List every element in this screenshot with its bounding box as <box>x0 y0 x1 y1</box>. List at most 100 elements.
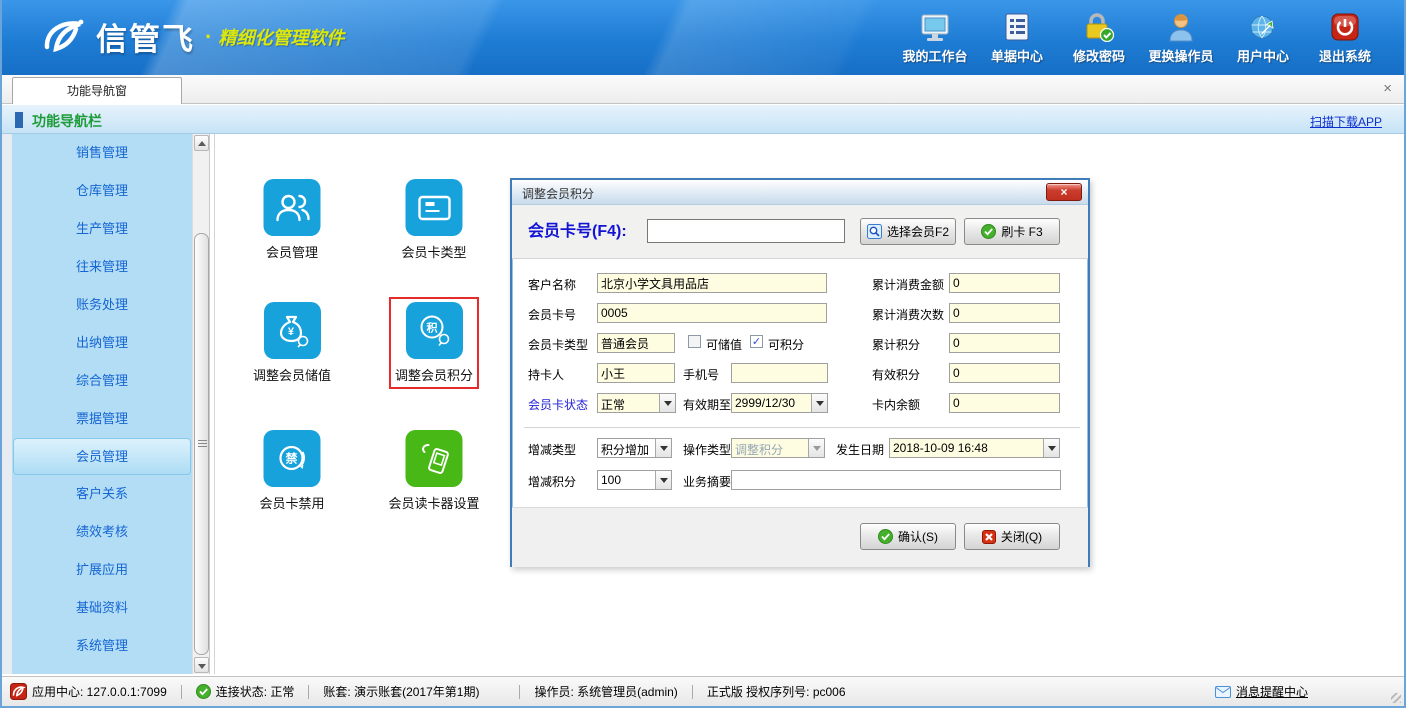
card-status-dropdown[interactable]: 正常 <box>597 393 676 413</box>
total-count-label: 累计消费次数 <box>872 306 944 323</box>
sidebar-item-basic-data[interactable]: 基础资料 <box>12 589 192 627</box>
card-reader-icon <box>405 430 462 487</box>
shortcut-disable-card[interactable]: 禁 会员卡禁用 <box>255 427 328 515</box>
dropdown-value: 积分增加 <box>598 439 655 457</box>
holder-input[interactable] <box>597 363 675 383</box>
user-center-globe-icon <box>1248 12 1278 42</box>
red-x-icon <box>982 530 996 544</box>
card-type-input[interactable] <box>597 333 675 353</box>
toolbar-exit-system[interactable]: 退出系统 <box>1304 12 1386 65</box>
balance-input[interactable] <box>949 393 1060 413</box>
sidebar-item-cashier[interactable]: 出纳管理 <box>12 324 192 362</box>
scroll-up-icon[interactable] <box>194 135 209 151</box>
app-center-status: 应用中心: 127.0.0.1:7099 <box>10 683 167 700</box>
shortcut-adjust-points[interactable]: 积 调整会员积分 <box>389 297 479 389</box>
occur-date-dropdown[interactable]: 2018-10-09 16:48 <box>889 438 1060 458</box>
check-circle-icon <box>878 529 893 544</box>
download-app-link[interactable]: 扫描下载APP <box>1310 113 1382 130</box>
valid-points-label: 有效积分 <box>872 366 920 383</box>
phone-input[interactable] <box>731 363 828 383</box>
combo-value: 100 <box>598 471 655 489</box>
message-center-link[interactable]: 消息提醒中心 <box>1236 683 1308 700</box>
shortcut-card-reader-settings[interactable]: 会员读卡器设置 <box>384 427 483 515</box>
sidebar: 销售管理 仓库管理 生产管理 往来管理 账务处理 出纳管理 综合管理 票据管理 … <box>12 134 192 674</box>
license-status: 正式版 授权序列号: pc006 <box>707 683 846 700</box>
sidebar-item-members[interactable]: 会员管理 <box>13 438 191 475</box>
envelope-icon <box>1215 686 1231 698</box>
pointable-checkbox[interactable]: ✓ <box>750 335 763 348</box>
adjust-type-dropdown[interactable]: 积分增加 <box>597 438 672 458</box>
tab-function-nav[interactable]: 功能导航窗 <box>12 77 182 104</box>
sidebar-item-contacts[interactable]: 往来管理 <box>12 248 192 286</box>
shortcut-adjust-stored-value[interactable]: ¥ 调整会员储值 <box>249 299 335 387</box>
toolbar-my-workbench[interactable]: 我的工作台 <box>894 12 976 65</box>
sidebar-item-production[interactable]: 生产管理 <box>12 210 192 248</box>
card-number-input[interactable] <box>647 219 845 243</box>
toolbar-label: 单据中心 <box>991 46 1043 65</box>
scroll-down-icon[interactable] <box>194 657 209 673</box>
card-number-f4-label: 会员卡号(F4): <box>528 205 627 259</box>
dropdown-value: 2018-10-09 16:48 <box>890 439 1043 457</box>
dialog-titlebar[interactable]: 调整会员积分 × <box>512 180 1088 205</box>
sidebar-item-general[interactable]: 综合管理 <box>12 362 192 400</box>
status-separator <box>692 685 693 699</box>
app-window: 信管飞 · 精细化管理软件 我的工作台 <box>0 0 1406 708</box>
valid-until-dropdown[interactable]: 2999/12/30 <box>731 393 828 413</box>
scrollbar-thumb[interactable] <box>194 233 209 655</box>
button-label: 关闭(Q) <box>1001 528 1042 545</box>
sidebar-item-system[interactable]: 系统管理 <box>12 627 192 665</box>
nav-header: 功能导航栏 扫描下载APP <box>2 104 1404 134</box>
storable-checkbox[interactable] <box>688 335 701 348</box>
chevron-down-icon[interactable] <box>1043 439 1059 457</box>
toolbar-label: 我的工作台 <box>902 46 967 65</box>
sidebar-item-crm[interactable]: 客户关系 <box>12 475 192 513</box>
total-amount-input[interactable] <box>949 273 1060 293</box>
toolbar-switch-operator[interactable]: 更换操作员 <box>1140 12 1222 65</box>
moneybag-icon: ¥ <box>263 302 320 359</box>
sidebar-item-warehouse[interactable]: 仓库管理 <box>12 172 192 210</box>
summary-input[interactable] <box>731 470 1061 490</box>
dialog-close-icon[interactable]: × <box>1046 183 1082 201</box>
sidebar-item-accounting[interactable]: 账务处理 <box>12 286 192 324</box>
message-center[interactable]: 消息提醒中心 <box>1215 683 1308 700</box>
sidebar-item-sales[interactable]: 销售管理 <box>12 134 192 172</box>
valid-points-input[interactable] <box>949 363 1060 383</box>
check-circle-icon <box>196 684 211 699</box>
toolbar-change-password[interactable]: 修改密码 <box>1058 12 1140 65</box>
nav-title: 功能导航栏 <box>32 111 102 131</box>
member-card-no-input[interactable] <box>597 303 827 323</box>
chevron-down-icon[interactable] <box>655 471 671 489</box>
shortcut-card-type[interactable]: 会员卡类型 <box>397 176 470 264</box>
ban-glyph: 禁 <box>285 450 297 465</box>
dialog-footer: 确认(S) 关闭(Q) <box>512 507 1088 567</box>
member-card-icon <box>405 179 462 236</box>
adjust-points-combo[interactable]: 100 <box>597 470 672 490</box>
sidebar-scrollbar[interactable] <box>192 134 210 674</box>
yuan-glyph: ¥ <box>288 326 295 338</box>
chevron-down-icon[interactable] <box>811 394 827 412</box>
toolbar-document-center[interactable]: 单据中心 <box>976 12 1058 65</box>
close-button[interactable]: 关闭(Q) <box>964 523 1060 550</box>
toolbar-label: 退出系统 <box>1319 46 1371 65</box>
swipe-card-button[interactable]: 刷卡 F3 <box>964 218 1060 245</box>
total-count-input[interactable] <box>949 303 1060 323</box>
shortcut-label: 调整会员积分 <box>395 365 473 384</box>
occur-date-label: 发生日期 <box>836 441 884 458</box>
select-member-button[interactable]: 选择会员F2 <box>860 218 956 245</box>
customer-name-input[interactable] <box>597 273 827 293</box>
top-toolbar: 我的工作台 单据中心 修改密码 <box>894 12 1386 65</box>
total-points-label: 累计积分 <box>872 336 920 353</box>
resize-grip[interactable] <box>1391 693 1401 703</box>
confirm-button[interactable]: 确认(S) <box>860 523 956 550</box>
shortcut-label: 会员卡类型 <box>401 242 466 261</box>
account-set-status: 账套: 演示账套(2017年第1期) <box>323 683 479 700</box>
toolbar-user-center[interactable]: 用户中心 <box>1222 12 1304 65</box>
tab-close-icon[interactable]: × <box>1383 80 1392 98</box>
chevron-down-icon[interactable] <box>655 439 671 457</box>
sidebar-item-performance[interactable]: 绩效考核 <box>12 513 192 551</box>
sidebar-item-invoices[interactable]: 票据管理 <box>12 400 192 438</box>
shortcut-member-management[interactable]: 会员管理 <box>260 176 325 264</box>
total-points-input[interactable] <box>949 333 1060 353</box>
chevron-down-icon[interactable] <box>659 394 675 412</box>
sidebar-item-extensions[interactable]: 扩展应用 <box>12 551 192 589</box>
